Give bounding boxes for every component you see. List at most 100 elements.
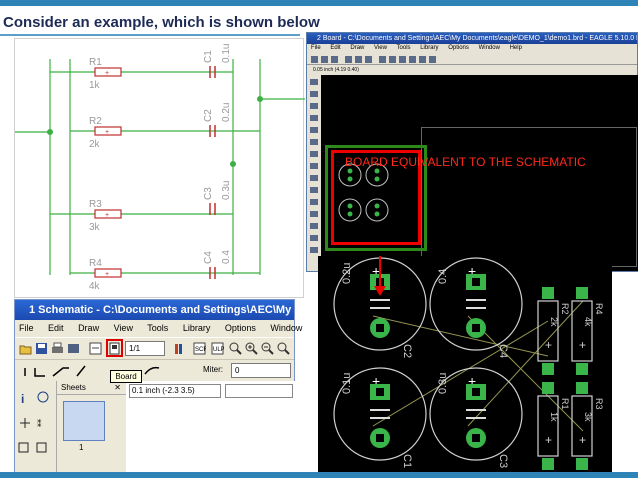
resistor-value: 3k xyxy=(583,412,593,422)
board-menu-view[interactable]: View xyxy=(374,45,387,51)
capacitor-value: 0.4 xyxy=(437,269,449,284)
top-accent-bar xyxy=(0,0,638,6)
sheet-number: 1 xyxy=(79,443,84,452)
svg-text:⁑: ⁑ xyxy=(37,418,42,429)
resistor-pad xyxy=(576,382,588,394)
bottom-accent-bar xyxy=(0,472,638,478)
miter-label: Miter: xyxy=(203,365,223,374)
cam-processor-icon[interactable] xyxy=(67,342,80,355)
open-folder-icon[interactable] xyxy=(19,342,32,355)
board-menu-edit[interactable]: Edit xyxy=(330,45,340,51)
board-side-toolbar xyxy=(307,75,321,271)
menu-library[interactable]: Library xyxy=(183,323,211,333)
menu-file[interactable]: File xyxy=(19,323,34,333)
board-menu-file[interactable]: File xyxy=(311,45,321,51)
schematic-icon[interactable] xyxy=(89,342,102,355)
resistor-plus: + xyxy=(105,70,109,77)
board-tooltip: Board xyxy=(110,370,142,383)
resistor-r4: +R4 4k xyxy=(89,258,122,292)
resistor-name: R4 xyxy=(89,258,102,269)
resistor-name: R1 xyxy=(560,398,570,410)
board-menu-window[interactable]: Window xyxy=(479,45,500,51)
zoom-select[interactable]: 1/1 xyxy=(125,341,165,356)
menu-view[interactable]: View xyxy=(114,323,133,333)
resistor-value: 2k xyxy=(89,139,101,150)
board-equivalent-annotation: BOARD EQUIVALENT TO THE SCHEMATIC xyxy=(345,155,586,169)
resistor-pad xyxy=(542,287,554,299)
resistor-value: 4k xyxy=(89,281,101,292)
menu-tools[interactable]: Tools xyxy=(147,323,168,333)
board-canvas[interactable]: BOARD EQUIVALENT TO THE SCHEMATIC xyxy=(321,75,638,271)
capacitor-value: 0.1u xyxy=(341,373,353,394)
resistor-value: 1k xyxy=(549,412,559,422)
script-icon[interactable]: SCR xyxy=(193,342,206,355)
miter-input[interactable]: 0 xyxy=(231,363,291,378)
main-toolbar: 1/1 SCR ULP xyxy=(15,337,294,359)
capacitor-drill xyxy=(472,278,480,286)
sheets-header: Sheets ✕ xyxy=(57,381,126,395)
sheets-label: Sheets xyxy=(61,383,86,392)
capacitor-drill xyxy=(472,324,480,332)
board-window-title: 2 Board - C:\Documents and Settings\AEC\… xyxy=(307,33,637,44)
resistor-r1: +R1 1k xyxy=(89,57,122,91)
resistor-r3: +R3 3k xyxy=(89,199,122,233)
menu-options[interactable]: Options xyxy=(225,323,256,333)
capacitor-name: C3 xyxy=(497,454,509,468)
capacitor-name: C4 xyxy=(497,344,509,358)
resistor-plus: + xyxy=(105,271,109,278)
resistor-name: R4 xyxy=(594,303,604,315)
resistor-plus: + xyxy=(105,212,109,219)
board-menu-tools[interactable]: Tools xyxy=(397,45,411,51)
resistor-pad xyxy=(542,382,554,394)
capacitor-c2: C2 0.2u xyxy=(203,103,232,137)
zoom-select-icon[interactable] xyxy=(277,342,290,355)
print-icon[interactable] xyxy=(51,342,64,355)
svg-text:i: i xyxy=(21,392,24,406)
board-zoom-view: +0.2u C2 +0.4 C4 +0.1u C1 +0.3u C3 +2k R2 +4k R4 +1… xyxy=(318,246,612,472)
resistor-r2: +R2 2k xyxy=(89,116,122,150)
zoom-fit-icon[interactable] xyxy=(229,342,242,355)
command-line-input[interactable] xyxy=(225,384,293,398)
zoom-out-icon[interactable] xyxy=(261,342,274,355)
sheet-thumbnail[interactable] xyxy=(63,401,105,441)
side-tool-icons[interactable]: i ⁑ xyxy=(15,381,56,473)
svg-text:SCR: SCR xyxy=(195,347,206,353)
board-toolbar xyxy=(307,53,637,65)
zoom-in-icon[interactable] xyxy=(245,342,258,355)
schematic-editor-window: 1 Schematic - C:\Documents and Settings\… xyxy=(14,299,302,473)
board-resistor-r1: +1kR1 xyxy=(537,382,570,470)
resistor-plus-sign: + xyxy=(545,338,552,352)
save-icon[interactable] xyxy=(35,342,48,355)
resistor-value: 1k xyxy=(89,80,101,91)
menu-window[interactable]: Window xyxy=(270,323,302,333)
wire-bend-toolbar: Board Miter: 0 xyxy=(15,359,294,383)
resistor-name: R2 xyxy=(89,116,102,127)
board-switch-icon[interactable] xyxy=(108,342,121,355)
board-outline xyxy=(421,127,637,267)
resistor-pad xyxy=(576,458,588,470)
capacitor-value: 0.3u xyxy=(221,181,232,200)
board-side-tools xyxy=(310,79,318,253)
resistor-pad xyxy=(542,458,554,470)
board-menu-draw[interactable]: Draw xyxy=(350,45,364,51)
board-menu-help[interactable]: Help xyxy=(510,45,522,51)
wire-bend-icons[interactable] xyxy=(19,360,169,382)
ulp-icon[interactable]: ULP xyxy=(211,342,224,355)
capacitor-value: 0.3u xyxy=(437,373,449,394)
sheets-panel: Sheets ✕ 1 xyxy=(56,381,126,473)
board-menu-options[interactable]: Options xyxy=(448,45,469,51)
board-menu-bar: File Edit Draw View Tools Library Option… xyxy=(307,44,637,53)
menu-draw[interactable]: Draw xyxy=(78,323,99,333)
board-zoom-svg: +0.2u C2 +0.4 C4 +0.1u C1 +0.3u C3 +2kR2+4kR4+1… xyxy=(333,246,604,470)
close-icon[interactable]: ✕ xyxy=(114,381,121,395)
capacitor-value: 0.2u xyxy=(221,103,232,122)
library-icon[interactable] xyxy=(173,342,186,355)
menu-edit[interactable]: Edit xyxy=(48,323,64,333)
board-menu-library[interactable]: Library xyxy=(420,45,438,51)
resistor-value: 3k xyxy=(89,222,101,233)
resistor-name: R3 xyxy=(594,398,604,410)
resistor-value: 4k xyxy=(583,317,593,327)
capacitor-drill xyxy=(472,434,480,442)
capacitor-drill xyxy=(376,324,384,332)
resistor-name: R2 xyxy=(560,303,570,315)
